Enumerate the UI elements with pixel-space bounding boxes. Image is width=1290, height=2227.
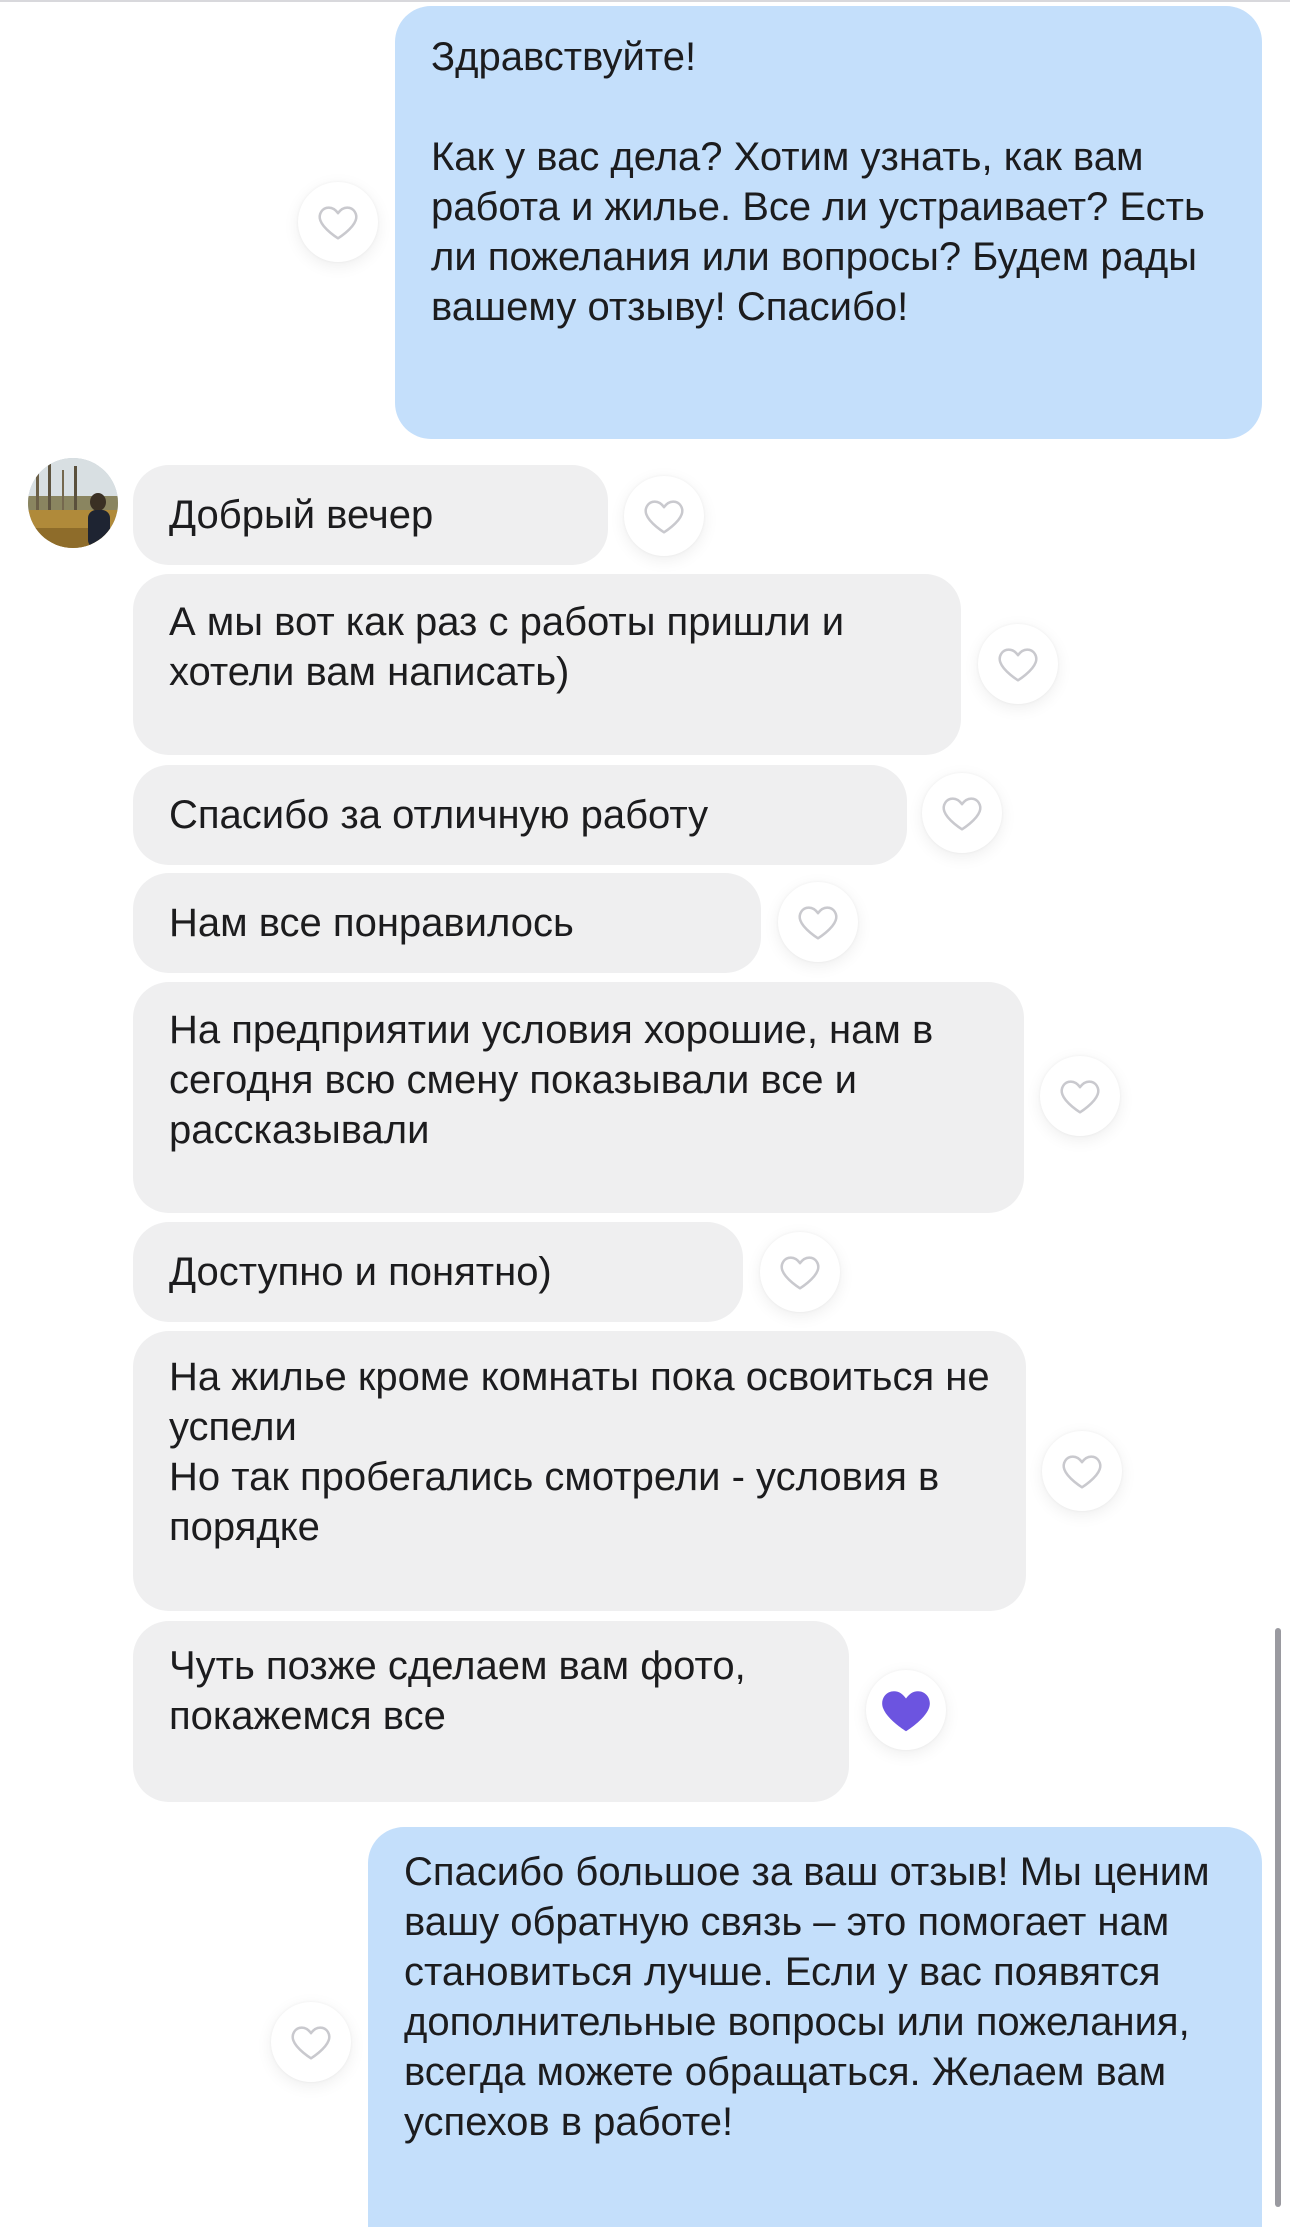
avatar-image xyxy=(28,458,118,548)
like-button[interactable] xyxy=(624,476,704,556)
heart-outline-icon xyxy=(1062,1455,1102,1489)
like-button[interactable] xyxy=(760,1232,840,1312)
like-button[interactable] xyxy=(271,2002,351,2082)
message-bubble-outgoing[interactable]: Здравствуйте! Как у вас дела? Хотим узна… xyxy=(395,6,1262,439)
heart-outline-icon xyxy=(318,206,358,240)
message-bubble-incoming[interactable]: На предприятии условия хорошие, нам в се… xyxy=(133,982,1024,1213)
message-bubble-incoming[interactable]: Добрый вечер xyxy=(133,465,608,565)
like-button[interactable] xyxy=(978,624,1058,704)
like-button[interactable] xyxy=(922,773,1002,853)
top-divider xyxy=(0,0,1290,2)
like-button[interactable] xyxy=(1040,1056,1120,1136)
heart-outline-icon xyxy=(798,906,838,940)
heart-outline-icon xyxy=(998,648,1038,682)
message-bubble-incoming[interactable]: На жилье кроме комнаты пока освоиться не… xyxy=(133,1331,1026,1611)
like-button[interactable] xyxy=(1042,1431,1122,1511)
message-bubble-incoming[interactable]: А мы вот как раз с работы пришли и хотел… xyxy=(133,574,961,755)
heart-filled-icon xyxy=(882,1691,930,1732)
message-bubble-incoming[interactable]: Нам все понравилось xyxy=(133,873,761,973)
message-bubble-incoming[interactable]: Доступно и понятно) xyxy=(133,1222,743,1322)
sender-avatar[interactable] xyxy=(28,458,118,548)
heart-outline-icon xyxy=(942,797,982,831)
message-bubble-incoming[interactable]: Спасибо за отличную работу xyxy=(133,765,907,865)
heart-outline-icon xyxy=(780,1256,820,1290)
message-bubble-incoming[interactable]: Чуть позже сделаем вам фото, покажемся в… xyxy=(133,1621,849,1802)
like-button[interactable] xyxy=(778,882,858,962)
heart-outline-icon xyxy=(291,2026,331,2060)
scrollbar[interactable] xyxy=(1275,1628,1281,2207)
like-button-active[interactable] xyxy=(866,1670,946,1750)
heart-outline-icon xyxy=(644,500,684,534)
heart-outline-icon xyxy=(1060,1080,1100,1114)
message-bubble-outgoing[interactable]: Спасибо большое за ваш отзыв! Мы ценим в… xyxy=(368,1827,1262,2227)
like-button[interactable] xyxy=(298,182,378,262)
